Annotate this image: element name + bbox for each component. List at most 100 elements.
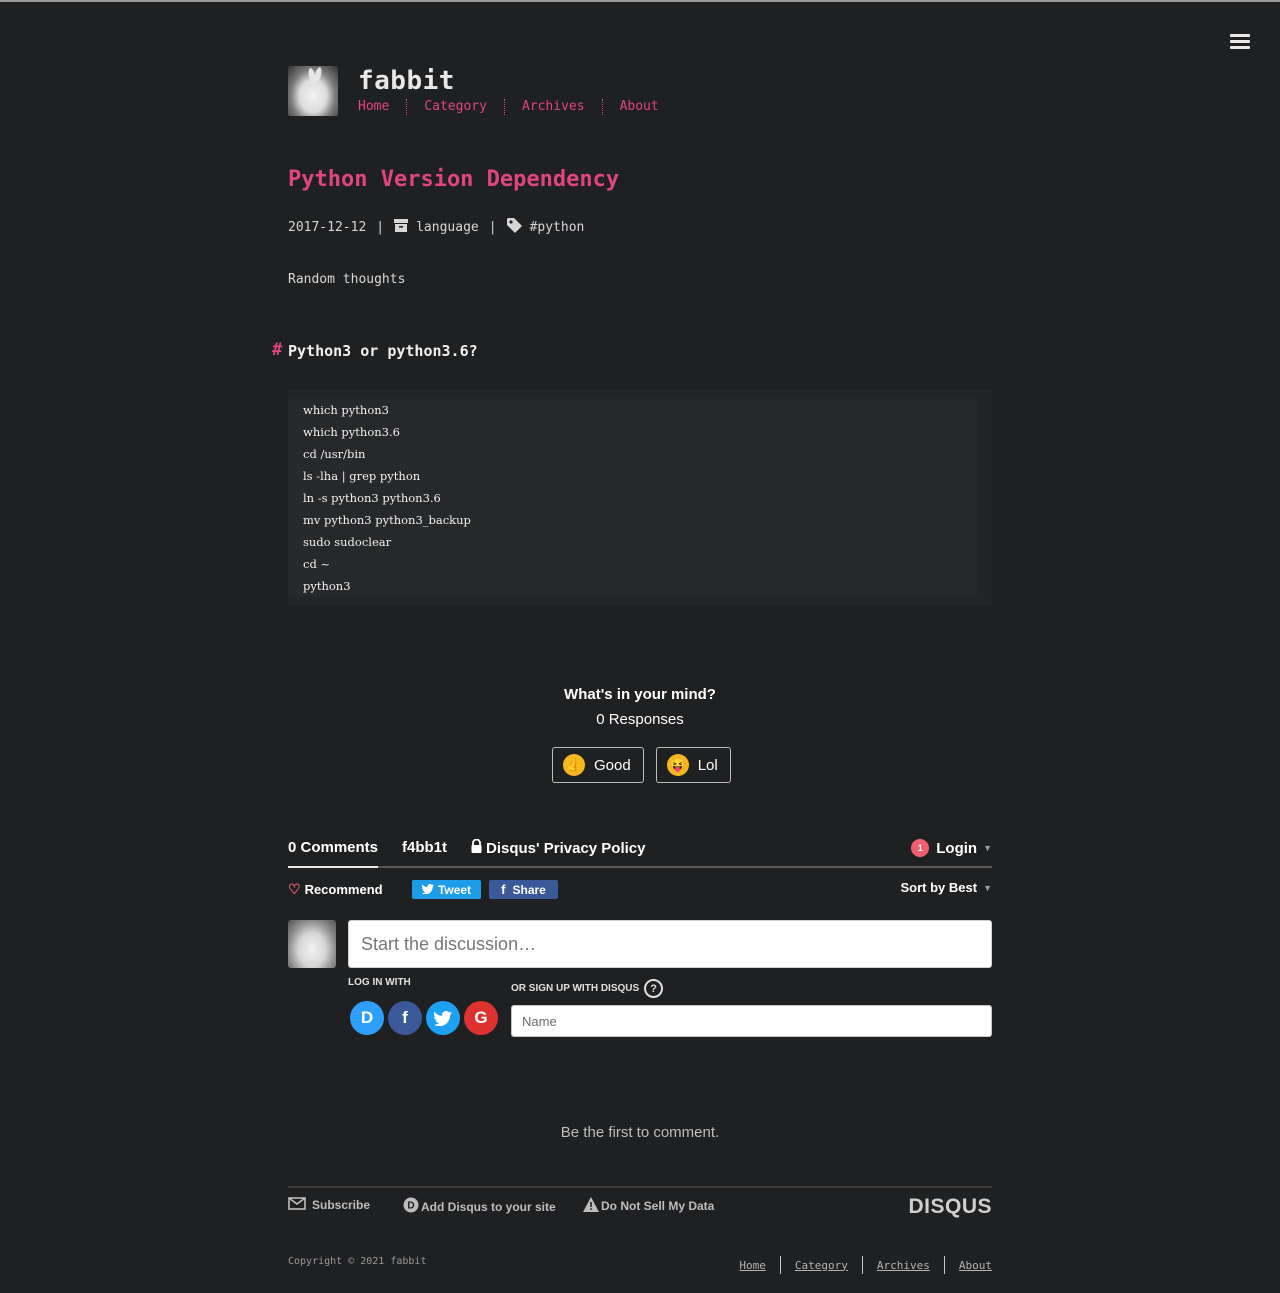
reaction-buttons: 👍 Good 😝 Lol [552,747,743,783]
nav-about[interactable]: About [620,99,659,115]
nav-divider [406,99,408,115]
login-menu[interactable]: 1 Login ▼ [911,839,992,857]
add-disqus-link[interactable]: D Add Disqus to your site [403,1197,556,1216]
code-block: which python3 which python3.6 cd /usr/bin l… [288,390,992,606]
comment-actions: ♡ Recommend Tweet f Share Sort by Best ▼ [288,880,992,900]
meta-separator: | [376,220,385,235]
name-field[interactable]: Name [511,1005,992,1037]
disqus-icon: D [403,1197,419,1216]
code-content: which python3 which python3.6 cd /usr/bin l… [288,399,977,597]
meta-separator: | [488,220,497,235]
reactions-count: 0 Responses [596,711,684,728]
footer-nav: Home Category Archives About [739,1256,992,1274]
tweet-label: Tweet [437,882,472,897]
twitter-login-icon[interactable] [426,1001,460,1035]
envelope-icon [288,1197,306,1213]
tab-forum[interactable]: f4bb1t [402,839,447,856]
thumbs-up-icon: 👍 [563,754,585,776]
nav-divider [601,99,603,115]
footer-nav-divider [943,1256,945,1274]
footer-nav-divider [861,1256,863,1274]
login-label: Login [936,839,978,857]
comment-input[interactable]: Start the discussion… [348,920,992,968]
reaction-lol-button[interactable]: 😝 Lol [655,747,731,783]
warning-icon [583,1197,599,1215]
code-line: cd ~ [303,557,331,571]
post-tag[interactable]: #python [530,220,585,235]
site-title[interactable]: fabbit [358,66,455,96]
reactions-title: What's in your mind? [564,686,716,703]
heading-anchor[interactable]: # [272,340,282,360]
tag-icon [506,218,522,237]
chevron-down-icon: ▼ [983,882,992,893]
disqus-logo[interactable]: DISQUS [908,1195,992,1219]
code-line: cd /usr/bin [303,447,366,461]
nav-divider [503,99,505,115]
recommend-label: Recommend [304,882,383,897]
post-excerpt: Random thoughts [288,272,406,287]
reaction-good-label: Good [594,756,631,774]
facebook-login-icon[interactable]: f [388,1001,422,1035]
tweet-button[interactable]: Tweet [412,880,481,899]
code-line: which python3.6 [303,425,400,439]
help-icon[interactable]: ? [644,979,664,998]
footer-nav-home[interactable]: Home [739,1259,766,1272]
top-progress-line [0,0,1280,2]
code-line: ln -s python3 python3.6 [303,491,441,505]
site-avatar[interactable] [288,66,338,116]
main-nav: Home Category Archives About [358,99,659,115]
footer-nav-archives[interactable]: Archives [877,1259,930,1272]
archive-icon [394,219,409,236]
google-login-icon[interactable]: G [464,1001,498,1035]
twitter-bird-icon [421,883,434,897]
share-label: Share [512,882,546,897]
privacy-label: Disqus' Privacy Policy [486,840,646,857]
reaction-good-button[interactable]: 👍 Good [552,747,644,783]
add-disqus-label: Add Disqus to your site [421,1199,556,1214]
log-in-with-label: LOG IN WITH [348,977,411,988]
subscribe-label: Subscribe [312,1198,371,1212]
post-meta: 2017-12-12 | language | #python [288,218,584,237]
sort-dropdown[interactable]: Sort by Best ▼ [901,880,993,895]
do-not-sell-link[interactable]: Do Not Sell My Data [583,1197,714,1215]
reactions-widget: What's in your mind? 0 Responses 👍 Good … [288,686,992,783]
nav-archives[interactable]: Archives [522,99,585,115]
footer-nav-about[interactable]: About [959,1259,992,1272]
sort-label: Sort by Best [900,880,978,895]
hamburger-menu-icon[interactable] [1230,34,1250,52]
code-line: python3 [303,579,351,593]
footer-nav-category[interactable]: Category [795,1259,848,1272]
footer-nav-divider [779,1256,781,1274]
svg-text:D: D [407,1201,414,1212]
notification-badge[interactable]: 1 [911,839,930,857]
recommend-button[interactable]: ♡ Recommend [288,881,383,898]
heart-icon: ♡ [288,881,301,897]
social-login-buttons: D f G [350,1001,502,1035]
code-line: which python3 [303,403,389,417]
tab-comments[interactable]: 0 Comments [288,839,379,868]
facebook-share-button[interactable]: f Share [489,880,558,899]
sign-up-label: OR SIGN UP WITH DISQUS [511,983,640,994]
disqus-login-icon[interactable]: D [350,1001,384,1035]
nav-category[interactable]: Category [424,99,487,115]
post-date: 2017-12-12 [288,220,367,235]
disqus-footer: Subscribe D Add Disqus to your site Do N… [288,1186,992,1222]
copyright-text: Copyright © 2021 fabbit [288,1256,427,1267]
reaction-lol-label: Lol [697,756,718,774]
subscribe-link[interactable]: Subscribe [288,1197,370,1213]
user-avatar [288,920,336,968]
comments-tabs: 0 Comments f4bb1t Disqus' Privacy Policy… [288,836,992,868]
chevron-down-icon: ▼ [983,843,992,853]
tab-privacy-policy[interactable]: Disqus' Privacy Policy [471,838,646,857]
code-line: sudo sudoclear [303,535,392,549]
code-line: mv python3 python3_backup [303,513,471,527]
empty-comments-text: Be the first to comment. [560,1124,720,1141]
section-heading: Python3 or python3.6? [288,342,478,360]
lock-icon [471,838,482,857]
site-header: fabbit Home Category Archives About [288,66,992,118]
facebook-icon: f [501,882,506,897]
nav-home[interactable]: Home [358,99,389,115]
post-title: Python Version Dependency [288,167,620,192]
do-not-sell-label: Do Not Sell My Data [601,1199,715,1213]
post-category[interactable]: language [416,220,479,235]
